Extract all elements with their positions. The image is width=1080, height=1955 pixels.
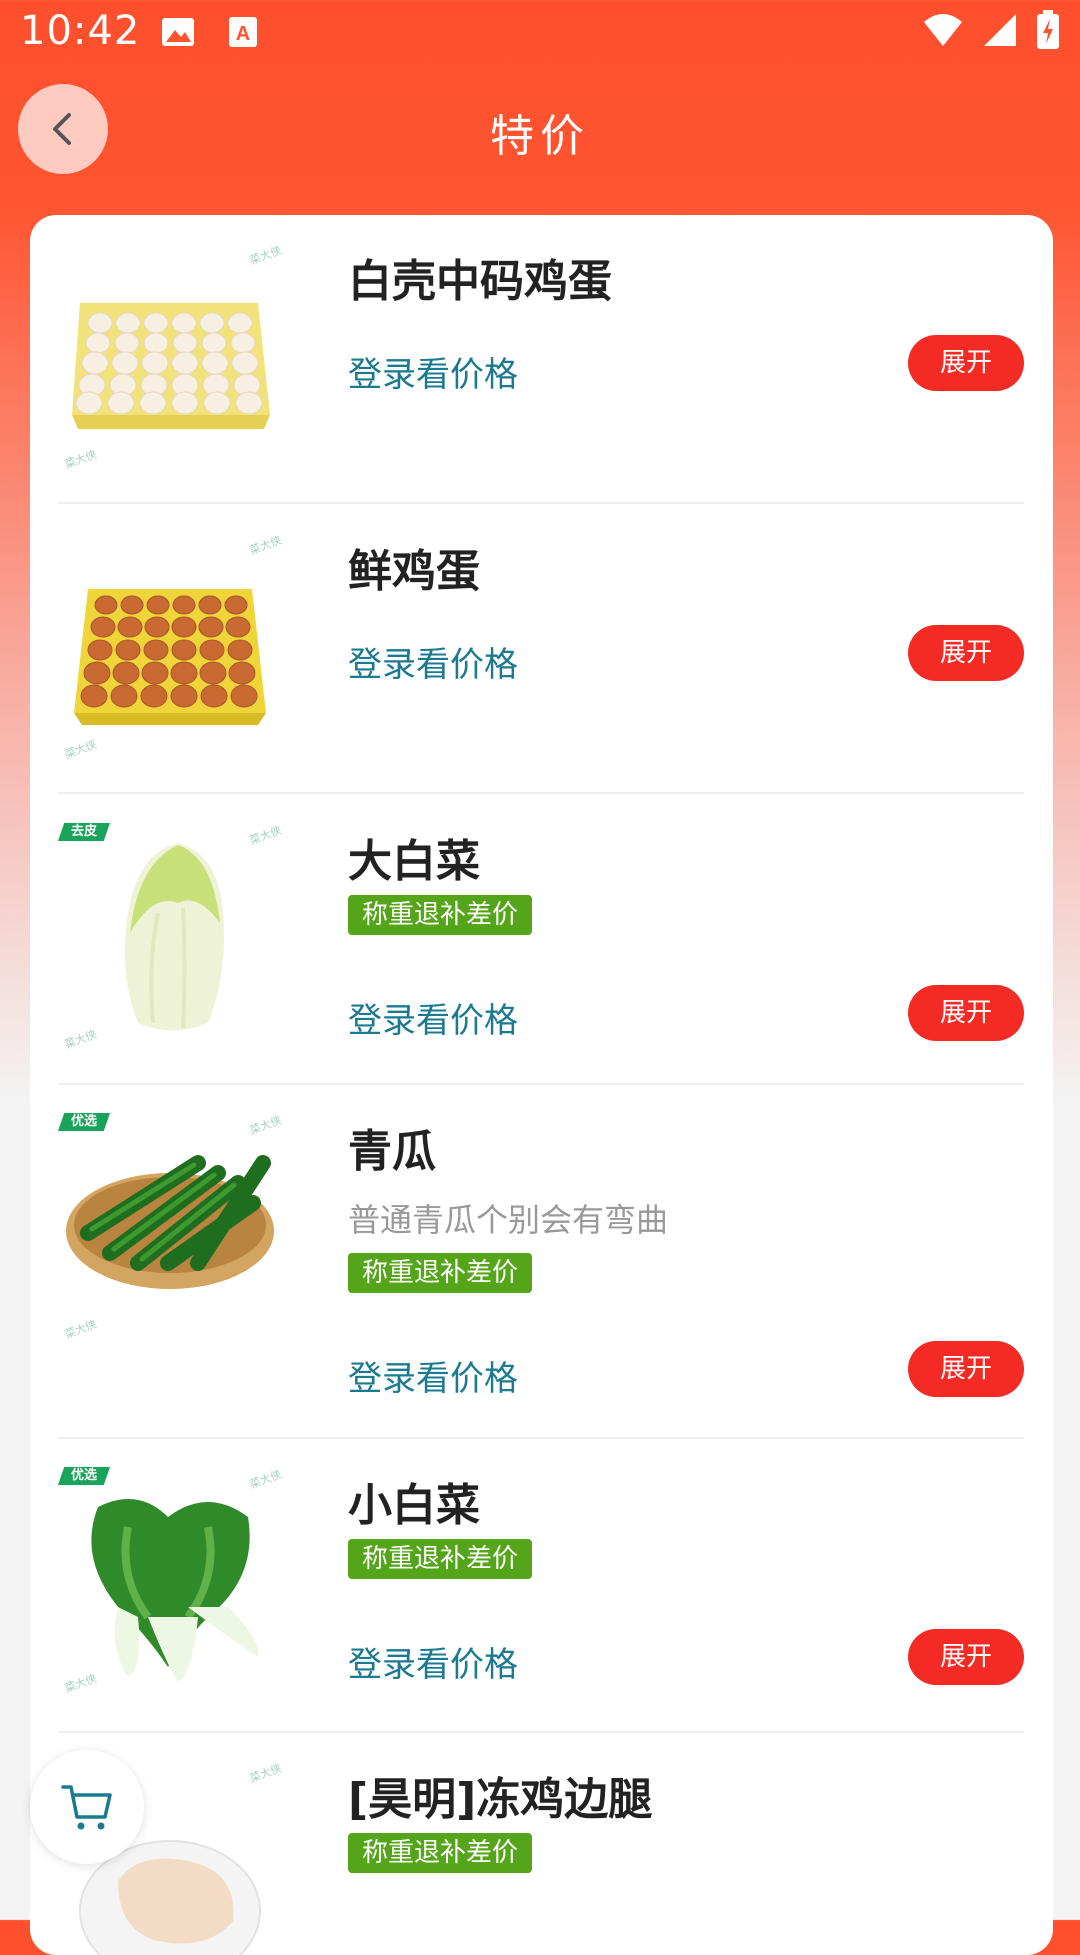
- divider: [58, 792, 1024, 794]
- cart-button[interactable]: [30, 1750, 144, 1864]
- product-name: 小白菜: [348, 1480, 480, 1531]
- page-title: 特价: [490, 111, 590, 162]
- divider: [58, 1731, 1024, 1733]
- shopping-cart-icon: [61, 1785, 112, 1830]
- premium-badge: 优选: [58, 1113, 110, 1131]
- weight-refund-tag: 称重退补差价: [348, 1253, 533, 1293]
- product-image-brown-eggs: 菜大侠 菜大侠: [58, 533, 283, 762]
- expand-button[interactable]: 展开: [908, 625, 1024, 681]
- divider: [58, 1437, 1024, 1439]
- product-name: 青瓜: [348, 1126, 436, 1177]
- premium-badge: 优选: [58, 1467, 110, 1485]
- battery-icon: [1037, 10, 1059, 49]
- product-description: 普通青瓜个别会有弯曲: [348, 1201, 669, 1239]
- expand-button[interactable]: 展开: [908, 335, 1024, 391]
- login-to-view-price-link[interactable]: 登录看价格: [348, 1637, 518, 1686]
- weight-refund-tag: 称重退补差价: [348, 1833, 533, 1873]
- divider: [58, 1083, 1024, 1085]
- expand-button[interactable]: 展开: [908, 985, 1024, 1041]
- product-image-bok-choy: 优选 菜大侠 菜大侠: [58, 1467, 283, 1695]
- app-notification-icon: A: [229, 17, 257, 47]
- signal-icon: [984, 14, 1016, 46]
- svg-text:A: A: [236, 23, 250, 45]
- product-image-cucumber: 优选 菜大侠 菜大侠: [58, 1113, 283, 1341]
- product-name: 大白菜: [348, 836, 480, 887]
- expand-button[interactable]: 展开: [908, 1341, 1024, 1397]
- product-name: 鲜鸡蛋: [348, 546, 480, 597]
- status-bar: 10:42 A: [0, 0, 1080, 72]
- product-item[interactable]: 菜大侠 菜大侠 白壳中码鸡蛋 登录看价格 展开: [58, 243, 1024, 503]
- status-time: 10:42: [20, 8, 141, 54]
- product-item[interactable]: 优选 菜大侠 菜大侠 小白菜 称重退补差价 登录看价格 展开: [58, 1467, 1024, 1747]
- weight-refund-tag: 称重退补差价: [348, 895, 533, 935]
- gallery-notification-icon: [162, 18, 194, 46]
- peeled-badge: 去皮: [58, 823, 110, 841]
- header: 特价: [0, 72, 1080, 204]
- product-item[interactable]: 去皮 菜大侠 菜大侠 大白菜 称重退补差价 登录看价格 展开: [58, 823, 1024, 1103]
- login-to-view-price-link[interactable]: 登录看价格: [348, 637, 518, 686]
- product-image-napa-cabbage: 去皮 菜大侠 菜大侠: [58, 823, 283, 1051]
- login-to-view-price-link[interactable]: 登录看价格: [348, 1351, 518, 1400]
- wifi-icon: [924, 14, 962, 46]
- weight-refund-tag: 称重退补差价: [348, 1539, 533, 1579]
- product-image-white-eggs: 菜大侠 菜大侠: [58, 243, 283, 472]
- product-name: [昊明]冻鸡边腿: [348, 1774, 653, 1825]
- login-to-view-price-link[interactable]: 登录看价格: [348, 993, 518, 1042]
- product-item[interactable]: 菜大侠 [昊明]冻鸡边腿 称重退补差价: [58, 1761, 1024, 1955]
- product-item[interactable]: 菜大侠 菜大侠 鲜鸡蛋 登录看价格 展开: [58, 533, 1024, 793]
- login-to-view-price-link[interactable]: 登录看价格: [348, 347, 518, 396]
- divider: [58, 502, 1024, 504]
- product-item[interactable]: 优选 菜大侠 菜大侠 青瓜 普通青瓜个别会有弯曲 称重退补差价 登录看价格 展开: [58, 1113, 1024, 1453]
- product-name: 白壳中码鸡蛋: [348, 256, 612, 307]
- expand-button[interactable]: 展开: [908, 1629, 1024, 1685]
- product-list: 菜大侠 菜大侠 白壳中码鸡蛋 登录看价格 展开 菜大侠 菜大侠 鲜鸡蛋 登录看价…: [30, 215, 1053, 1955]
